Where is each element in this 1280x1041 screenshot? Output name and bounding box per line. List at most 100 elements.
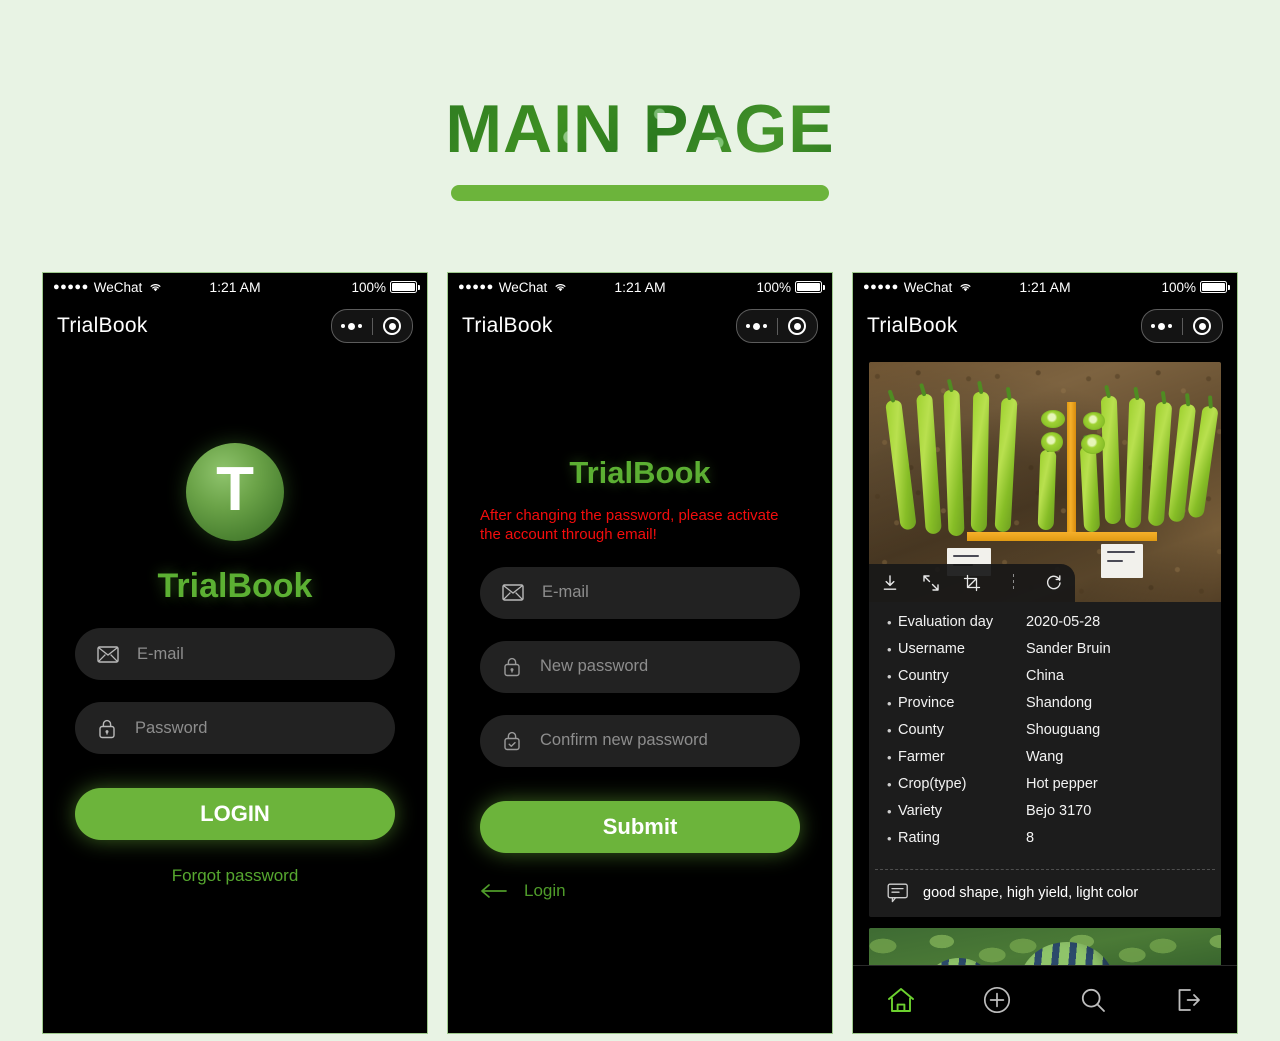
battery-icon — [1200, 281, 1230, 293]
vertical-dots-divider-icon — [993, 574, 1034, 592]
app-bar: TrialBook — [448, 301, 832, 351]
trial-comment-text: good shape, high yield, light color — [923, 885, 1139, 901]
new-password-field[interactable]: New password — [480, 640, 800, 693]
lock-icon — [99, 719, 115, 738]
image-toolbar[interactable] — [869, 564, 1075, 602]
target-icon[interactable] — [1183, 317, 1223, 335]
detail-label: Evaluation day — [898, 614, 994, 630]
page-title: MAIN PAGE — [445, 91, 835, 167]
detail-value: Hot pepper — [1026, 776, 1098, 792]
target-icon[interactable] — [778, 317, 818, 335]
phone-mockup-reset-password: ●●●●● WeChat 1:21 AM 100% TrialBook Tria… — [447, 272, 833, 1034]
email-placeholder: E-mail — [542, 583, 589, 601]
lock-icon — [504, 657, 520, 677]
detail-label: Farmer — [898, 749, 945, 765]
wechat-capsule[interactable] — [331, 309, 413, 343]
detail-row: • Rating 8 — [887, 830, 1203, 846]
logo-letter: T — [216, 455, 254, 524]
trial-comment-row: good shape, high yield, light color — [869, 870, 1221, 917]
status-bar-time: 1:21 AM — [1019, 279, 1071, 295]
back-to-login-link[interactable]: Login — [480, 881, 800, 901]
back-to-login-label: Login — [524, 880, 566, 900]
ruler-vertical — [1067, 402, 1076, 540]
wechat-capsule[interactable] — [736, 309, 818, 343]
trial-detail-list: • Evaluation day 2020-05-28 • Username S… — [869, 602, 1221, 867]
email-placeholder: E-mail — [137, 644, 184, 663]
login-screen: T TrialBook E-mail Password LOGIN Forgot… — [43, 443, 427, 886]
detail-value: Wang — [1026, 749, 1064, 765]
bullet-icon: • — [887, 641, 892, 657]
detail-value: China — [1026, 668, 1064, 684]
confirm-new-password-placeholder: Confirm new password — [540, 731, 708, 749]
password-placeholder: Password — [135, 718, 208, 737]
tab-logout[interactable] — [1141, 987, 1237, 1013]
login-button[interactable]: LOGIN — [75, 788, 395, 840]
crop-icon[interactable] — [951, 574, 992, 592]
detail-row: • Username Sander Bruin — [887, 641, 1203, 657]
detail-value: 2020-05-28 — [1026, 614, 1101, 630]
detail-label: Variety — [898, 803, 943, 819]
wechat-capsule[interactable] — [1141, 309, 1223, 343]
detail-label: Country — [898, 668, 949, 684]
password-field[interactable]: Password — [75, 702, 395, 754]
submit-button[interactable]: Submit — [480, 800, 800, 853]
label-card-right — [1101, 544, 1143, 578]
plus-circle-icon — [983, 986, 1011, 1013]
more-dots-icon[interactable] — [1142, 322, 1182, 330]
app-bar: TrialBook — [43, 301, 427, 351]
bullet-icon: • — [887, 695, 892, 711]
bullet-icon: • — [887, 803, 892, 819]
detail-row: • Country China — [887, 668, 1203, 684]
bullet-icon: • — [887, 614, 892, 630]
detail-label: Username — [898, 641, 965, 657]
new-password-placeholder: New password — [540, 657, 649, 675]
envelope-icon — [502, 584, 524, 601]
detail-label: County — [898, 722, 944, 738]
logout-icon — [1178, 988, 1200, 1011]
detail-row: • Evaluation day 2020-05-28 — [887, 614, 1203, 630]
status-bar: ●●●●● WeChat 1:21 AM 100% — [448, 273, 832, 301]
activation-warning-text: After changing the password, please acti… — [480, 507, 779, 543]
detail-row: • Farmer Wang — [887, 749, 1203, 765]
rotate-icon[interactable] — [1034, 574, 1075, 592]
trial-feed[interactable]: • Evaluation day 2020-05-28 • Username S… — [853, 351, 1237, 1033]
status-bar: ●●●●● WeChat 1:21 AM 100% — [853, 273, 1237, 301]
search-icon — [1081, 988, 1105, 1012]
more-dots-icon[interactable] — [332, 322, 372, 330]
detail-value: Shandong — [1026, 695, 1093, 711]
email-field[interactable]: E-mail — [480, 566, 800, 619]
detail-value: 8 — [1026, 830, 1035, 846]
target-icon[interactable] — [373, 317, 413, 335]
tab-add[interactable] — [949, 986, 1045, 1014]
detail-row: • Variety Bejo 3170 — [887, 803, 1203, 819]
ruler-horizontal — [967, 532, 1157, 541]
forgot-password-link[interactable]: Forgot password — [75, 866, 395, 886]
email-field[interactable]: E-mail — [75, 628, 395, 680]
confirm-new-password-field[interactable]: Confirm new password — [480, 714, 800, 767]
tab-search[interactable] — [1045, 986, 1141, 1014]
home-icon — [888, 987, 914, 1012]
status-bar-time: 1:21 AM — [614, 279, 666, 295]
more-dots-icon[interactable] — [737, 322, 777, 330]
reset-brand-label: TrialBook — [569, 455, 711, 490]
download-icon[interactable] — [869, 574, 910, 592]
login-brand-label: TrialBook — [157, 567, 313, 605]
bottom-tab-bar[interactable] — [853, 965, 1237, 1033]
lock-check-icon — [504, 731, 520, 751]
status-bar-time: 1:21 AM — [209, 279, 261, 295]
bullet-icon: • — [887, 722, 892, 738]
detail-label: Crop(type) — [898, 776, 967, 792]
tab-home[interactable] — [853, 986, 949, 1014]
page-header: MAIN PAGE — [0, 95, 1280, 201]
detail-row: • County Shouguang — [887, 722, 1203, 738]
expand-icon[interactable] — [910, 574, 951, 592]
phone-mockup-feed: ●●●●● WeChat 1:21 AM 100% TrialBook • Ev… — [852, 272, 1238, 1034]
detail-value: Sander Bruin — [1026, 641, 1111, 657]
detail-label: Rating — [898, 830, 940, 846]
app-logo: T — [186, 443, 284, 541]
trial-photo-hot-pepper[interactable] — [869, 362, 1221, 602]
phone-mockup-login: ●●●●● WeChat 1:21 AM 100% TrialBook T Tr… — [42, 272, 428, 1034]
envelope-icon — [97, 645, 119, 663]
bullet-icon: • — [887, 776, 892, 792]
status-bar: ●●●●● WeChat 1:21 AM 100% — [43, 273, 427, 301]
